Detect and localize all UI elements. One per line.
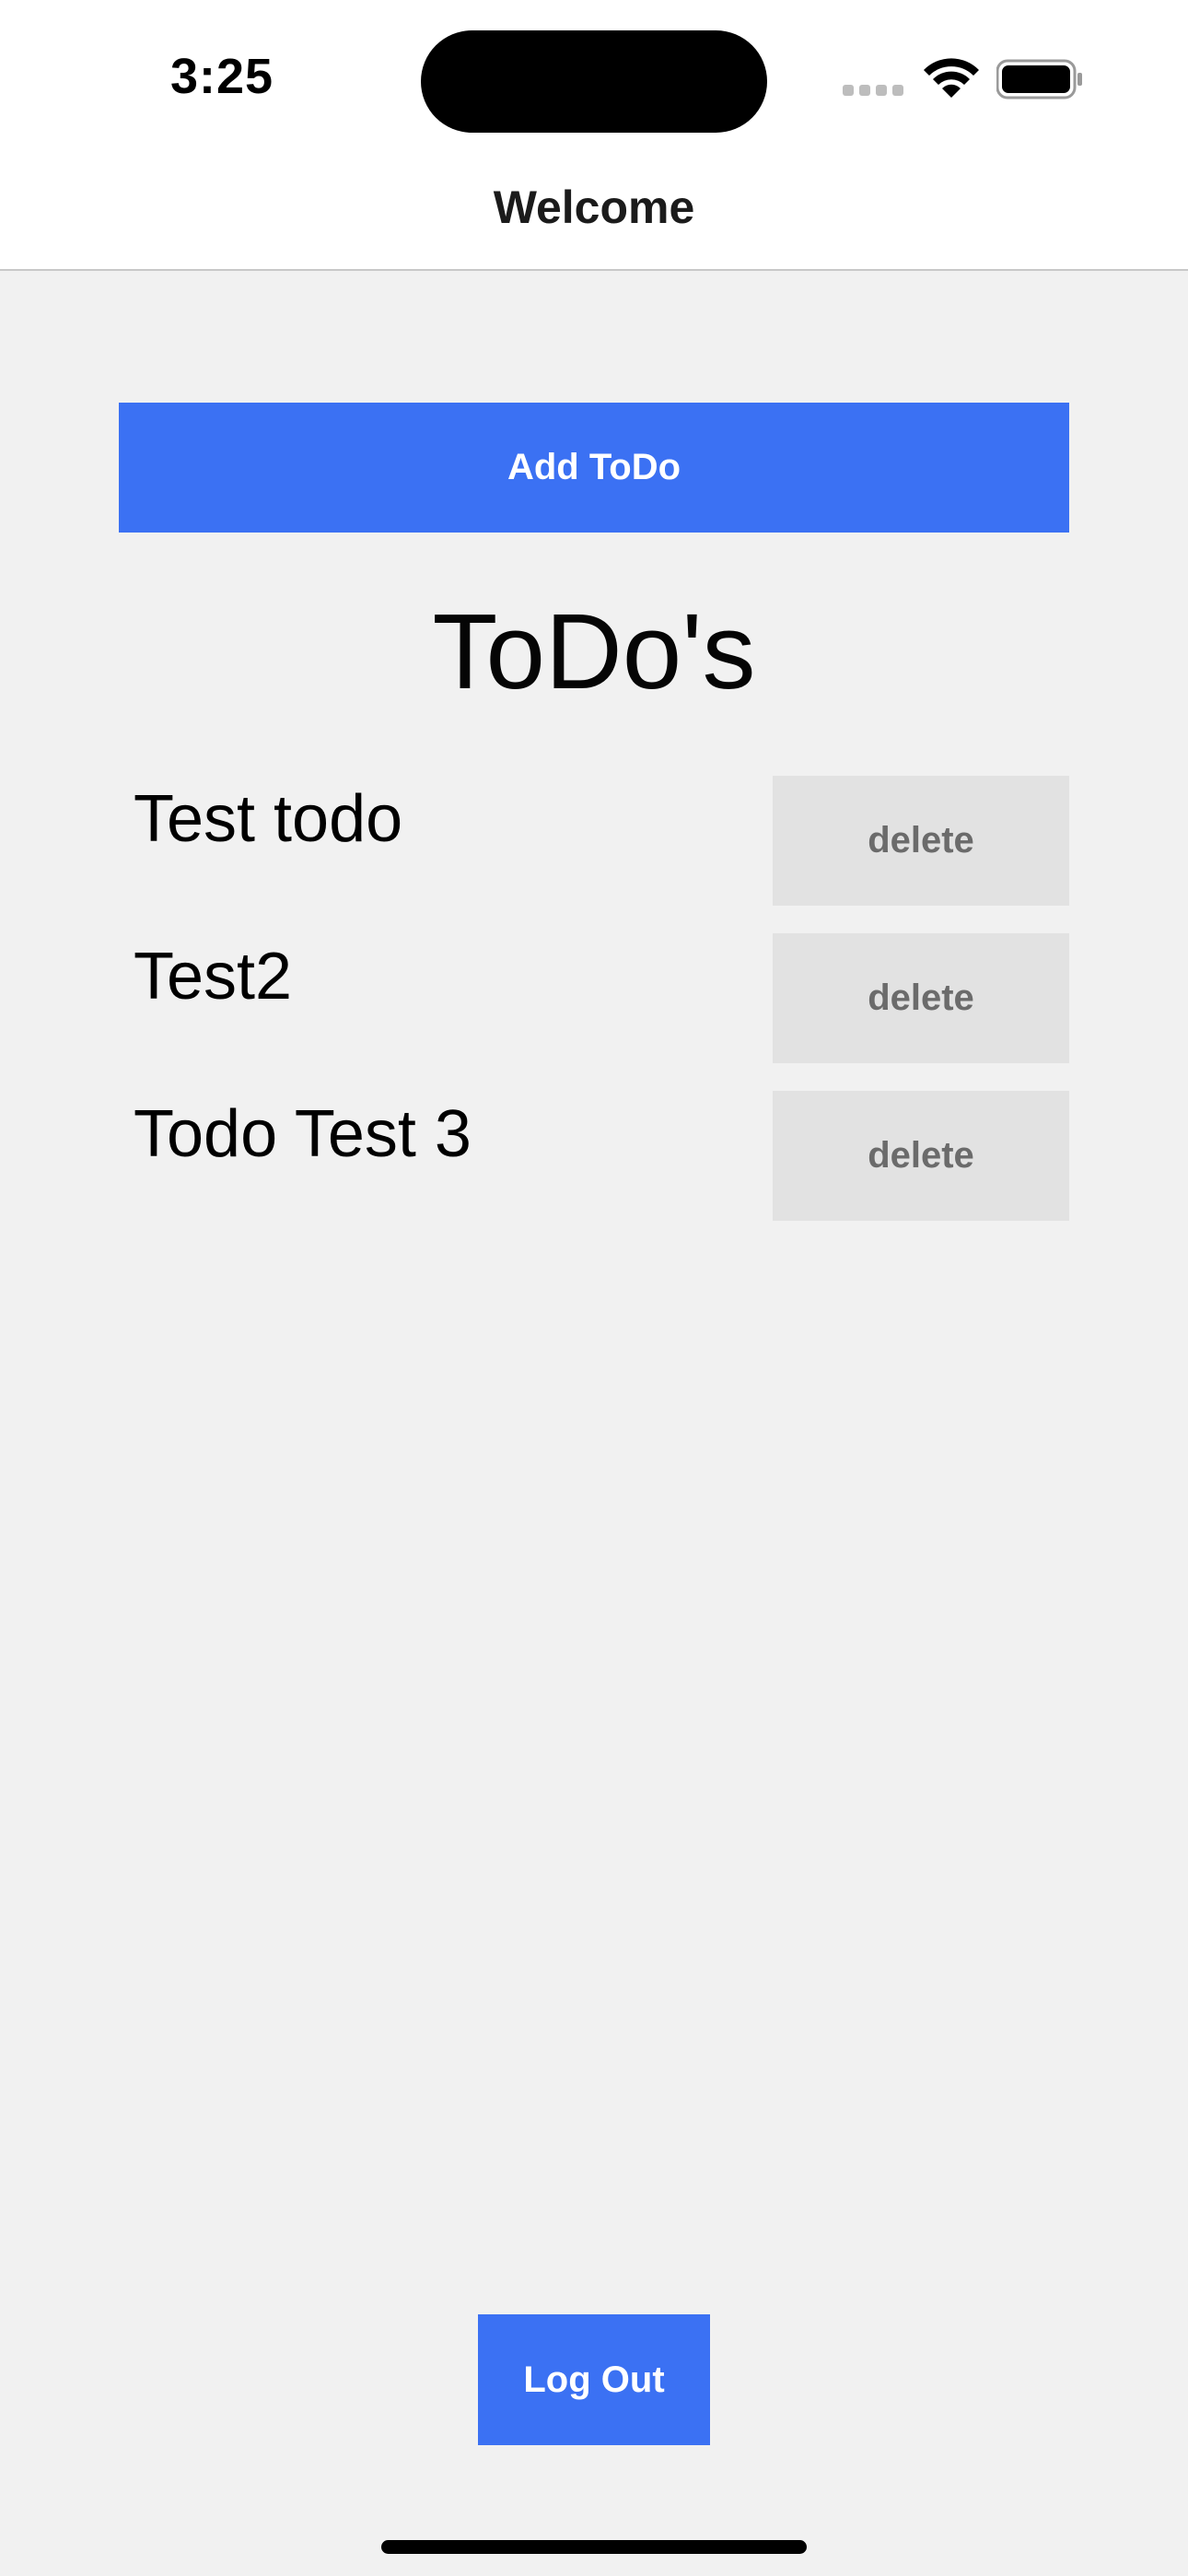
home-indicator[interactable]: [381, 2540, 807, 2554]
status-bar: 3:25: [0, 0, 1188, 162]
navigation-bar: Welcome: [0, 162, 1188, 271]
signal-icon: [843, 85, 905, 98]
todo-item: Test todo delete: [119, 776, 1069, 906]
page-title: Welcome: [493, 181, 695, 233]
battery-icon: [996, 59, 1082, 100]
delete-todo-button[interactable]: delete: [773, 1091, 1069, 1221]
status-time: 3:25: [170, 49, 274, 104]
todo-item-text: Todo Test 3: [134, 1097, 472, 1171]
todo-item: Todo Test 3 delete: [119, 1091, 1069, 1221]
log-out-button[interactable]: Log Out: [478, 2314, 710, 2445]
todo-list-title: ToDo's: [432, 591, 756, 711]
todo-item-text: Test2: [134, 940, 293, 1013]
wifi-icon: [924, 58, 979, 98]
dynamic-island: [421, 30, 767, 133]
todo-item: Test2 delete: [119, 933, 1069, 1063]
todo-item-text: Test todo: [134, 782, 403, 856]
add-todo-button[interactable]: Add ToDo: [119, 403, 1069, 533]
delete-todo-button[interactable]: delete: [773, 776, 1069, 906]
delete-todo-button[interactable]: delete: [773, 933, 1069, 1063]
